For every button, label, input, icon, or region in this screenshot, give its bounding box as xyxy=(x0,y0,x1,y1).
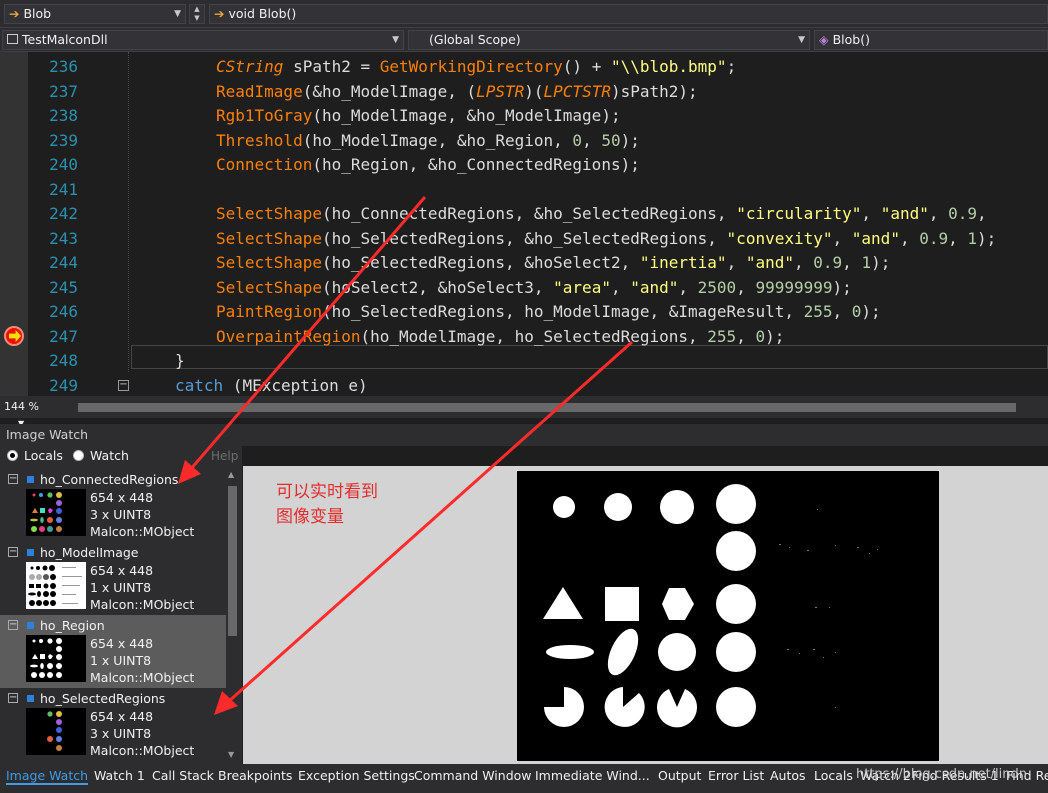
annotation-arrow xyxy=(188,196,427,471)
tab-exception-settings[interactable]: Exception Settings xyxy=(298,768,415,783)
tab-immediate-window[interactable]: Immediate Wind... xyxy=(535,768,650,783)
tab-output[interactable]: Output xyxy=(658,768,701,783)
tab-command-window[interactable]: Command Window xyxy=(414,768,532,783)
tab-breakpoints[interactable]: Breakpoints xyxy=(218,768,292,783)
tab-image-watch[interactable]: Image Watch xyxy=(6,768,89,785)
tab-autos[interactable]: Autos xyxy=(770,768,806,783)
visual-studio-window: ➔ Blob ▼ ▲ ▼ ➔ void Blob() TestMalconDll ▼ … xyxy=(0,0,1048,793)
tab-locals[interactable]: Locals xyxy=(814,768,853,783)
tab-call-stack[interactable]: Call Stack xyxy=(152,768,214,783)
watermark: https://blog.csdn.net/lindn xyxy=(856,767,1028,782)
annotation-arrows xyxy=(178,196,633,715)
annotation-arrow xyxy=(227,340,633,704)
arrow-head-icon xyxy=(178,460,201,484)
tab-watch-1[interactable]: Watch 1 xyxy=(94,768,145,783)
tab-error-list[interactable]: Error List xyxy=(708,768,764,783)
